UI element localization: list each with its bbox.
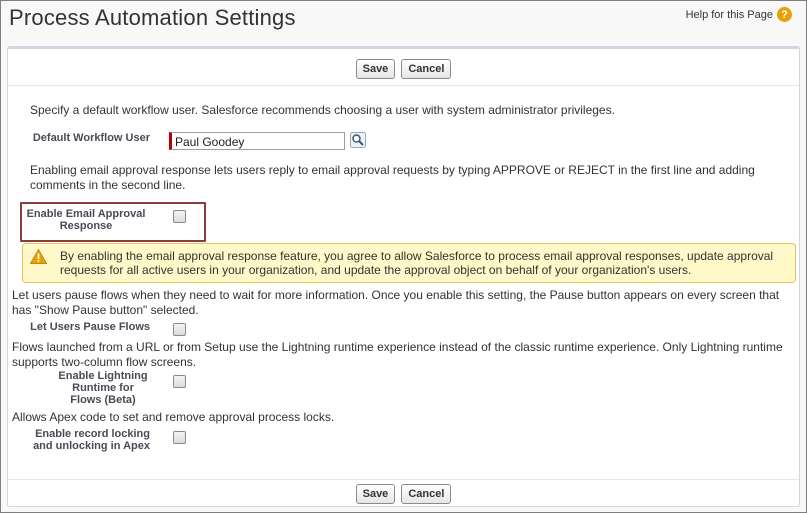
- enable-lightning-runtime-label: Enable Lightning Runtime for Flows (Beta…: [58, 370, 148, 406]
- lightning-runtime-description: Flows launched from a URL or from Setup …: [12, 340, 783, 369]
- cancel-button-bottom[interactable]: Cancel: [401, 484, 452, 504]
- magnifier-lookup-icon[interactable]: [350, 132, 366, 148]
- help-link-label[interactable]: Help for this Page: [686, 9, 773, 21]
- pause-flows-description: Let users pause flows when they need to …: [12, 288, 780, 317]
- bottom-button-row: Save Cancel: [8, 479, 799, 508]
- let-users-pause-flows-label: Let Users Pause Flows: [30, 321, 150, 333]
- default-workflow-user-input[interactable]: Paul Goodey: [169, 132, 345, 150]
- enable-record-locking-checkbox[interactable]: [173, 431, 186, 444]
- enable-email-approval-label: Enable Email Approval Response: [26, 208, 146, 232]
- question-circle-icon[interactable]: ?: [777, 7, 792, 22]
- settings-panel: Save Cancel Specify a default workflow u…: [7, 46, 800, 507]
- let-users-pause-flows-checkbox[interactable]: [173, 323, 186, 336]
- page-frame: Process Automation Settings Help for thi…: [0, 0, 807, 513]
- workflow-user-description: Specify a default workflow user. Salesfo…: [30, 103, 615, 117]
- page-title: Process Automation Settings: [9, 5, 296, 30]
- top-button-row: Save Cancel: [8, 53, 799, 86]
- save-button-top[interactable]: Save: [355, 59, 396, 79]
- default-workflow-user-label: Default Workflow User: [32, 132, 150, 144]
- help-link[interactable]: Help for this Page ?: [686, 7, 792, 22]
- enable-lightning-runtime-checkbox[interactable]: [173, 375, 186, 388]
- email-approval-warning: By enabling the email approval response …: [22, 243, 796, 283]
- enable-record-locking-label: Enable record locking and unlocking in A…: [33, 428, 150, 452]
- email-approval-description: Enabling email approval response lets us…: [30, 163, 755, 192]
- enable-email-approval-checkbox[interactable]: [173, 210, 186, 223]
- warning-message: By enabling the email approval response …: [60, 249, 774, 277]
- warning-triangle-icon: [30, 249, 47, 264]
- cancel-button-top[interactable]: Cancel: [401, 59, 452, 79]
- save-button-bottom[interactable]: Save: [355, 484, 396, 504]
- record-locking-description: Allows Apex code to set and remove appro…: [12, 410, 335, 424]
